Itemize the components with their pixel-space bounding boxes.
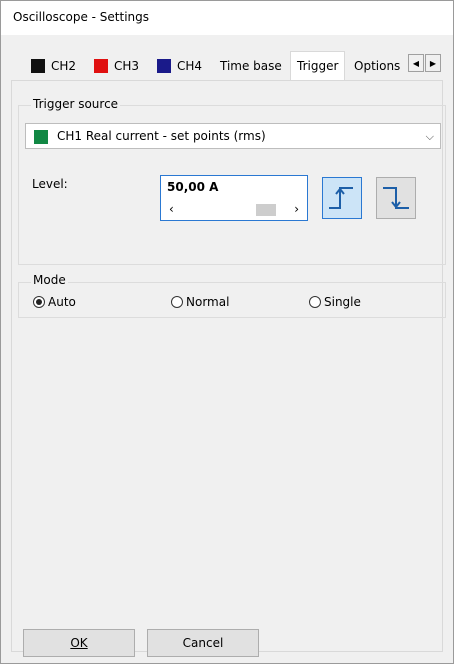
trigger-source-legend: Trigger source	[31, 97, 121, 111]
ch3-color-swatch	[94, 59, 108, 73]
chevron-left-icon[interactable]: ‹	[169, 202, 174, 216]
ch1-color-swatch	[34, 130, 48, 144]
mode-group	[18, 282, 446, 318]
tab-label: CH2	[51, 59, 77, 73]
cancel-button-label: Cancel	[182, 636, 224, 650]
rising-edge-icon	[329, 187, 353, 209]
triangle-right-icon: ▶	[429, 58, 437, 68]
title-bar[interactable]: Oscilloscope - Settings	[1, 1, 453, 35]
tab-scroll-right-button[interactable]: ▶	[425, 54, 441, 72]
ok-button-label: OK	[70, 636, 88, 650]
rising-edge-button[interactable]	[322, 177, 362, 219]
tab-label: Options	[354, 59, 401, 73]
level-scroll-thumb[interactable]	[256, 204, 276, 216]
tab-time-base[interactable]: Time base	[220, 54, 282, 78]
ch4-color-swatch	[157, 59, 171, 73]
tab-trigger[interactable]: Trigger	[290, 51, 346, 80]
radio-circle	[33, 296, 45, 308]
tab-label: Time base	[220, 59, 282, 73]
trigger-source-dropdown[interactable]: CH1 Real current - set points (rms) ⌵	[25, 123, 441, 149]
ok-button[interactable]: OK	[23, 629, 135, 657]
mode-legend: Mode	[31, 273, 68, 287]
chevron-down-icon: ⌵	[425, 130, 434, 143]
tab-ch4[interactable]: CH4	[157, 54, 202, 78]
falling-edge-button[interactable]	[376, 177, 416, 219]
settings-window: Oscilloscope - Settings CH2 CH3 CH4 Time…	[0, 0, 454, 664]
tab-strip: CH2 CH3 CH4 Time base Trigger Options	[1, 51, 453, 81]
window-title: Oscilloscope - Settings	[13, 10, 150, 24]
cancel-button[interactable]: Cancel	[147, 629, 259, 657]
tab-options[interactable]: Options	[354, 54, 406, 78]
mode-normal-radio[interactable]: Normal	[171, 295, 229, 309]
triangle-left-icon: ◀	[412, 58, 420, 68]
chevron-right-icon[interactable]: ›	[294, 202, 299, 216]
radio-circle	[171, 296, 183, 308]
level-scrollbar[interactable]: ‹ ›	[163, 202, 305, 218]
tab-ch2[interactable]: CH2	[31, 54, 76, 78]
tab-label: CH4	[177, 59, 203, 73]
level-value: 50,00 A	[167, 180, 219, 194]
trigger-source-value: CH1 Real current - set points (rms)	[57, 129, 266, 143]
tab-label: CH3	[114, 59, 140, 73]
radio-label: Normal	[186, 295, 230, 309]
radio-label: Single	[324, 295, 361, 309]
mode-auto-radio[interactable]: Auto	[33, 295, 76, 309]
level-label: Level:	[32, 177, 68, 191]
falling-edge-icon	[383, 187, 409, 209]
mode-single-radio[interactable]: Single	[309, 295, 361, 309]
ch2-color-swatch	[31, 59, 45, 73]
radio-circle	[309, 296, 321, 308]
tab-scroll-left-button[interactable]: ◀	[408, 54, 424, 72]
radio-label: Auto	[48, 295, 76, 309]
tab-ch3[interactable]: CH3	[94, 54, 139, 78]
tab-label: Trigger	[297, 59, 339, 73]
level-input[interactable]: 50,00 A ‹ ›	[160, 175, 308, 221]
